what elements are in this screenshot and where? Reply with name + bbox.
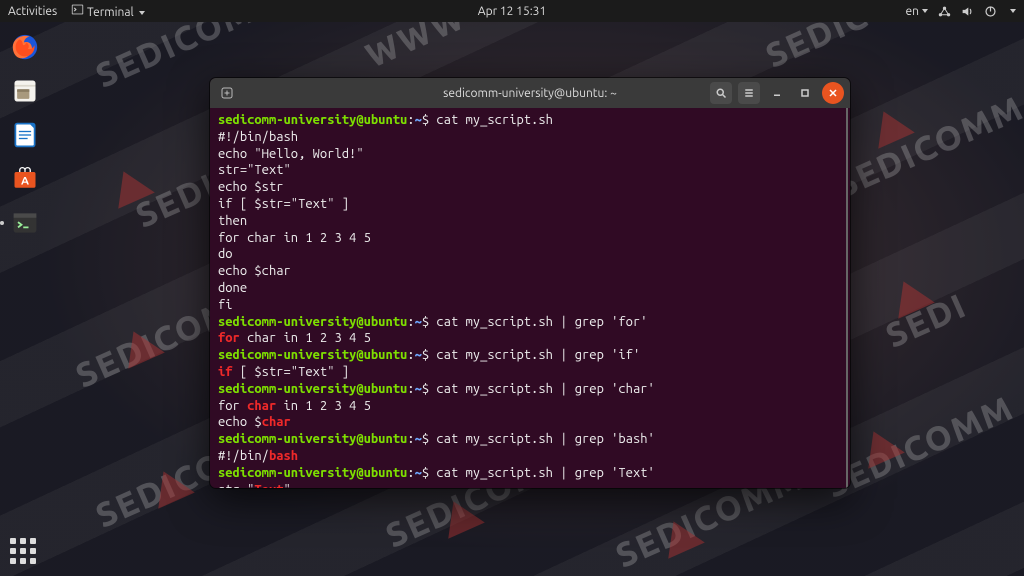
window-title: sedicomm-university@ubuntu: ~ (443, 87, 617, 100)
language-indicator[interactable]: en (906, 5, 928, 18)
chevron-down-icon (1010, 9, 1016, 13)
chevron-down-icon (139, 11, 145, 15)
launcher-files[interactable] (6, 72, 44, 110)
firefox-icon (10, 32, 40, 62)
clock[interactable]: Apr 12 15:31 (478, 5, 546, 18)
menu-button[interactable] (738, 82, 760, 104)
launcher-ubuntu-software[interactable]: A (6, 160, 44, 198)
maximize-button[interactable] (794, 82, 816, 104)
close-icon (827, 87, 839, 99)
launcher-terminal[interactable] (6, 204, 44, 242)
minimize-icon (771, 87, 783, 99)
files-icon (11, 77, 39, 105)
software-icon: A (11, 165, 39, 193)
terminal-icon (71, 3, 84, 16)
svg-text:A: A (21, 174, 29, 187)
gnome-topbar: Activities Terminal Apr 12 15:31 en (0, 0, 1024, 22)
app-menu[interactable]: Terminal (71, 3, 145, 19)
terminal-titlebar[interactable]: sedicomm-university@ubuntu: ~ (210, 78, 850, 108)
power-icon[interactable] (984, 5, 997, 18)
launcher-libreoffice-writer[interactable] (6, 116, 44, 154)
activities-button[interactable]: Activities (8, 5, 57, 18)
search-button[interactable] (710, 82, 732, 104)
chevron-down-icon (922, 9, 928, 13)
new-tab-button[interactable] (216, 82, 238, 104)
writer-icon (11, 121, 39, 149)
launcher-firefox[interactable] (6, 28, 44, 66)
plus-icon (221, 87, 233, 99)
search-icon (715, 87, 727, 99)
dock: A (0, 22, 50, 576)
terminal-window: sedicomm-university@ubuntu: ~ sedicomm-u… (210, 78, 850, 488)
terminal-icon (11, 209, 39, 237)
terminal-content[interactable]: sedicomm-university@ubuntu:~$ cat my_scr… (210, 108, 848, 488)
network-icon[interactable] (938, 5, 951, 18)
hamburger-icon (743, 87, 755, 99)
minimize-button[interactable] (766, 82, 788, 104)
volume-icon[interactable] (961, 5, 974, 18)
maximize-icon (799, 87, 811, 99)
close-button[interactable] (822, 82, 844, 104)
